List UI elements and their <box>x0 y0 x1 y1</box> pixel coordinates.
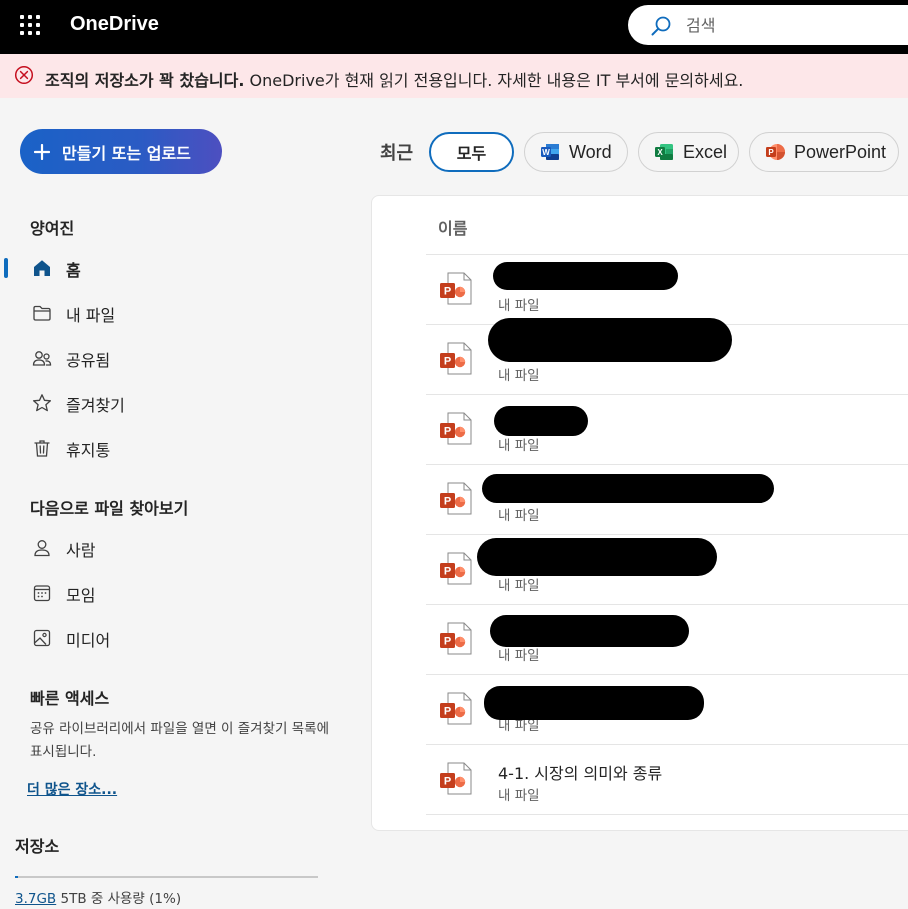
image-icon <box>33 629 51 647</box>
chip-label: Excel <box>683 141 728 162</box>
banner-text: OneDrive가 현재 읽기 전용입니다. 자세한 내용은 IT 부서에 문의… <box>244 71 744 90</box>
sidebar-item-label: 사람 <box>66 541 96 560</box>
powerpoint-file-icon: P <box>440 552 472 585</box>
powerpoint-icon: P <box>766 144 785 160</box>
svg-text:P: P <box>444 286 451 298</box>
column-header-name[interactable]: 이름 <box>438 215 467 239</box>
folder-icon <box>33 305 51 321</box>
sidebar-item-trash[interactable]: 휴지통 <box>0 430 330 466</box>
file-location: 내 파일 <box>498 648 540 664</box>
redaction-mark <box>493 262 678 290</box>
app-name[interactable]: OneDrive <box>70 13 159 36</box>
word-icon: W <box>541 144 559 160</box>
filter-chip-powerpoint[interactable]: P PowerPoint <box>749 132 899 172</box>
sidebar-item-label: 즐겨찾기 <box>66 396 125 415</box>
powerpoint-file-icon: P <box>440 762 472 795</box>
powerpoint-file-icon: P <box>440 622 472 655</box>
create-or-upload-button[interactable]: 만들기 또는 업로드 <box>20 129 222 174</box>
storage-rest: 5TB 중 사용량 (1%) <box>56 891 182 907</box>
powerpoint-file-icon: P <box>440 692 472 725</box>
recent-label: 최근 <box>380 143 414 164</box>
file-location: 내 파일 <box>498 368 540 384</box>
file-row[interactable]: P 4-1. 시장의 의미와 종류내 파일 <box>426 745 908 815</box>
trash-icon <box>34 440 50 457</box>
banner-bold-text: 조직의 저장소가 꽉 찼습니다. <box>45 71 245 90</box>
storage-used-link[interactable]: 3.7GB <box>15 891 56 907</box>
chip-label: PowerPoint <box>794 141 887 162</box>
error-circle-icon <box>14 65 34 85</box>
more-places-link[interactable]: 더 많은 장소... <box>27 779 117 799</box>
svg-text:P: P <box>444 496 451 508</box>
storage-title: 저장소 <box>15 837 60 856</box>
file-name: 4-1. 시장의 의미와 종류 <box>498 764 663 783</box>
top-bar: OneDrive <box>0 0 908 54</box>
sidebar-item-label: 모임 <box>66 586 96 605</box>
powerpoint-file-icon: P <box>440 272 472 305</box>
storage-usage: 3.7GB 5TB 중 사용량 (1%) <box>15 887 181 907</box>
file-location: 내 파일 <box>498 298 540 314</box>
sidebar-item-meetings[interactable]: 모임 <box>0 575 330 611</box>
filter-chip-word[interactable]: W Word <box>524 132 628 172</box>
sidebar-item-home[interactable]: 홈 <box>0 250 330 286</box>
svg-text:P: P <box>444 636 451 648</box>
redaction-mark <box>490 615 689 647</box>
redaction-mark <box>488 318 732 362</box>
calendar-icon <box>33 585 51 602</box>
search-box[interactable] <box>628 5 908 45</box>
file-location: 내 파일 <box>498 788 540 804</box>
search-input[interactable] <box>686 14 886 36</box>
powerpoint-file-icon: P <box>440 412 472 445</box>
browse-heading: 다음으로 파일 찾아보기 <box>30 499 189 518</box>
sidebar-item-label: 휴지통 <box>66 441 111 460</box>
search-icon <box>651 16 671 36</box>
star-icon <box>32 394 52 412</box>
app-launcher-icon[interactable] <box>20 15 40 35</box>
svg-text:W: W <box>542 148 550 157</box>
sidebar-item-people[interactable]: 사람 <box>0 530 330 566</box>
svg-text:X: X <box>657 148 663 157</box>
svg-text:P: P <box>444 566 451 578</box>
redaction-mark <box>482 474 774 503</box>
storage-bar <box>15 876 318 878</box>
sidebar-item-favorites[interactable]: 즐겨찾기 <box>0 385 330 421</box>
filter-chip-excel[interactable]: X Excel <box>638 132 739 172</box>
plus-icon <box>34 143 50 160</box>
redaction-mark <box>484 686 704 720</box>
sidebar-item-media[interactable]: 미디어 <box>0 620 330 656</box>
sidebar-item-shared[interactable]: 공유됨 <box>0 340 330 376</box>
home-icon <box>34 260 50 276</box>
sidebar-item-label: 홈 <box>66 261 81 280</box>
redaction-mark <box>494 406 588 436</box>
storage-bar-fill <box>15 876 19 878</box>
svg-text:P: P <box>444 426 451 438</box>
powerpoint-file-icon: P <box>440 482 472 515</box>
person-icon <box>34 540 50 557</box>
banner-message: 조직의 저장소가 꽉 찼습니다. OneDrive가 현재 읽기 전용입니다. … <box>45 67 743 91</box>
file-location: 내 파일 <box>498 438 540 454</box>
storage-full-banner: 조직의 저장소가 꽉 찼습니다. OneDrive가 현재 읽기 전용입니다. … <box>0 54 908 98</box>
create-button-label: 만들기 또는 업로드 <box>62 143 191 163</box>
chip-label: Word <box>569 141 612 162</box>
powerpoint-file-icon: P <box>440 342 472 375</box>
svg-text:P: P <box>444 776 451 788</box>
quick-access-description: 공유 라이브러리에서 파일을 열면 이 즐겨찾기 목록에 표시됩니다. <box>30 721 329 760</box>
svg-text:P: P <box>768 148 774 157</box>
sidebar-user-heading: 양여진 <box>30 219 75 238</box>
file-location: 내 파일 <box>498 508 540 524</box>
file-location: 내 파일 <box>498 578 540 594</box>
sidebar-item-label: 미디어 <box>66 631 111 650</box>
people-icon <box>32 351 52 366</box>
svg-text:P: P <box>444 356 451 368</box>
filter-chip-all[interactable]: 모두 <box>429 132 514 172</box>
redaction-mark <box>477 538 717 576</box>
quick-access-heading: 빠른 액세스 <box>30 689 110 708</box>
sidebar-item-label: 공유됨 <box>66 351 111 370</box>
svg-text:P: P <box>444 706 451 718</box>
sidebar-item-label: 내 파일 <box>66 306 116 325</box>
excel-icon: X <box>655 144 673 160</box>
chip-label: 모두 <box>456 144 487 163</box>
sidebar-item-my-files[interactable]: 내 파일 <box>0 295 330 331</box>
